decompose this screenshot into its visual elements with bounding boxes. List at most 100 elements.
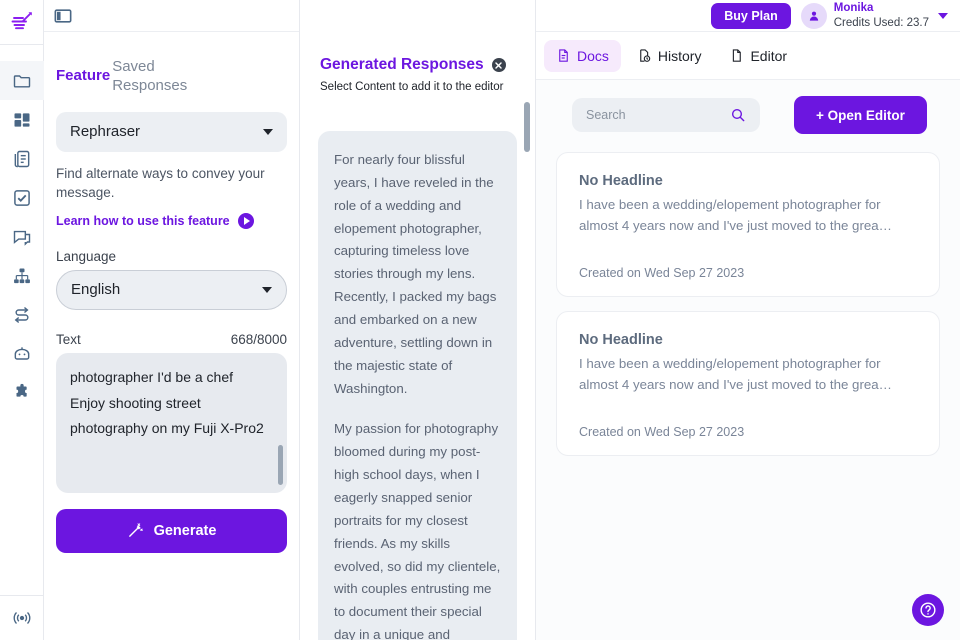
checklist-icon xyxy=(13,189,30,206)
textarea-scrollbar[interactable] xyxy=(278,444,283,485)
folder-icon xyxy=(13,74,30,88)
document-headline: No Headline xyxy=(579,173,663,189)
robot-icon xyxy=(14,346,29,360)
docs-panel: Buy Plan Monika Credits Used: 23.7 Docs … xyxy=(536,0,960,640)
generated-responses-list: For nearly four blissful years, I have r… xyxy=(300,131,535,640)
learn-feature-link[interactable]: Learn how to use this feature xyxy=(56,212,287,229)
document-excerpt: I have been a wedding/elopement photogra… xyxy=(579,197,892,233)
text-input-value: photographer I'd be a chef Enjoy shootin… xyxy=(70,368,264,437)
generate-button-label: Generate xyxy=(153,522,217,539)
chevron-down-icon xyxy=(262,286,272,293)
feature-select[interactable]: Rephraser xyxy=(56,111,287,152)
tab-history[interactable]: History xyxy=(625,40,714,72)
generated-panel-title: Generated Responses xyxy=(320,56,484,73)
tab-docs[interactable]: Docs xyxy=(544,39,621,72)
generated-title-row: Generated Responses xyxy=(320,56,515,74)
search-box[interactable] xyxy=(572,98,760,132)
document-icon xyxy=(559,49,568,62)
editor-doc-icon xyxy=(733,49,742,62)
puzzle-icon xyxy=(16,383,27,397)
tab-docs-label: Docs xyxy=(577,47,609,64)
generated-panel-scrollbar-thumb[interactable] xyxy=(524,102,530,152)
text-row: Text 668/8000 xyxy=(56,332,287,347)
search-icon[interactable] xyxy=(730,107,746,123)
generated-panel-subtitle: Select Content to add it to the editor xyxy=(320,81,504,93)
panel-toggle-button[interactable] xyxy=(52,5,74,27)
question-mark-icon xyxy=(920,602,936,618)
rail-item-checklist[interactable] xyxy=(0,178,44,217)
rail-item-robot[interactable] xyxy=(0,334,44,373)
documents-list: No Headline I have been a wedding/elopem… xyxy=(536,134,960,457)
close-icon[interactable] xyxy=(491,58,506,72)
user-icon xyxy=(809,11,818,21)
feature-panel-topbar xyxy=(44,0,299,32)
feature-panel: Feature Saved Responses Rephraser Find a… xyxy=(44,0,300,640)
help-button[interactable] xyxy=(912,594,944,626)
chevron-down-icon xyxy=(938,12,948,19)
document-card[interactable]: No Headline I have been a wedding/elopem… xyxy=(556,311,940,457)
top-bar: Buy Plan Monika Credits Used: 23.7 xyxy=(536,0,960,32)
generated-panel-header: Generated Responses Select Content to ad… xyxy=(300,0,535,96)
learn-feature-label: Learn how to use this feature xyxy=(56,213,230,228)
text-label: Text xyxy=(56,331,81,347)
magic-wand-icon xyxy=(128,523,143,537)
feature-panel-tabs: Feature Saved Responses xyxy=(44,32,299,96)
document-excerpt: I have been a wedding/elopement photogra… xyxy=(579,356,892,392)
generated-panel-scrollbar-track xyxy=(524,102,530,640)
swap-icon xyxy=(14,306,29,323)
app-root: Feature Saved Responses Rephraser Find a… xyxy=(0,0,960,640)
document-headline: No Headline xyxy=(579,332,663,349)
close-x-glyph xyxy=(495,61,502,69)
docs-tabs: Docs History Editor xyxy=(536,32,960,80)
search-input[interactable] xyxy=(586,108,716,122)
app-logo[interactable] xyxy=(0,4,44,40)
feature-panel-body: Rephraser Find alternate ways to convey … xyxy=(44,96,299,553)
sitemap-icon xyxy=(13,268,30,283)
generated-responses-panel: Generated Responses Select Content to ad… xyxy=(300,0,536,640)
tab-editor-label: Editor xyxy=(750,47,788,64)
rail-item-puzzle[interactable] xyxy=(0,373,44,412)
generate-button[interactable]: Generate xyxy=(56,508,287,553)
rail-item-swap[interactable] xyxy=(0,295,44,334)
tab-history-label: History xyxy=(657,47,702,64)
chevron-down-icon xyxy=(263,128,273,135)
history-doc-icon xyxy=(640,49,651,62)
generated-response-paragraph: For nearly four blissful years, I have r… xyxy=(334,152,497,396)
avatar xyxy=(800,2,827,29)
rail-item-folder[interactable] xyxy=(0,61,44,100)
broadcast-icon xyxy=(13,612,30,624)
user-name: Monika xyxy=(833,2,874,15)
language-select[interactable]: English xyxy=(56,269,287,310)
writing-pen-logo-icon xyxy=(11,12,32,30)
rail-bottom xyxy=(0,591,44,640)
dashboard-icon xyxy=(14,112,29,127)
document-card[interactable]: No Headline I have been a wedding/elopem… xyxy=(556,152,940,298)
generated-response-paragraph: My passion for photography bloomed durin… xyxy=(334,421,501,640)
chat-icon xyxy=(13,230,30,246)
documents-icon xyxy=(14,150,29,167)
user-menu[interactable]: Monika Credits Used: 23.7 xyxy=(800,1,948,30)
tab-feature[interactable]: Feature xyxy=(56,67,110,86)
rail-item-chat[interactable] xyxy=(0,217,44,256)
document-created-date: Created on Wed Sep 27 2023 xyxy=(579,266,745,281)
language-label: Language xyxy=(56,248,117,264)
panel-toggle-icon xyxy=(54,8,72,23)
icon-rail xyxy=(0,0,44,640)
rail-item-documents[interactable] xyxy=(0,139,44,178)
generated-response-card[interactable]: For nearly four blissful years, I have r… xyxy=(318,131,517,640)
feature-description: Find alternate ways to convey your messa… xyxy=(56,165,265,201)
docs-toolbar: + Open Editor xyxy=(536,80,960,134)
text-input-area[interactable]: photographer I'd be a chef Enjoy shootin… xyxy=(56,352,287,493)
rail-item-broadcast[interactable] xyxy=(0,596,44,640)
open-editor-button[interactable]: + Open Editor xyxy=(794,96,927,134)
document-created-date: Created on Wed Sep 27 2023 xyxy=(579,425,745,440)
buy-plan-button[interactable]: Buy Plan xyxy=(711,2,791,29)
language-select-value: English xyxy=(71,281,121,299)
rail-item-dashboard[interactable] xyxy=(0,100,44,139)
feature-select-value: Rephraser xyxy=(70,123,141,140)
tab-saved-responses[interactable]: Saved Responses xyxy=(112,58,207,96)
tab-editor[interactable]: Editor xyxy=(717,40,799,72)
credits-used-label: Credits Used: 23.7 xyxy=(833,16,929,29)
rail-item-sitemap[interactable] xyxy=(0,256,44,295)
rail-items xyxy=(0,45,44,412)
